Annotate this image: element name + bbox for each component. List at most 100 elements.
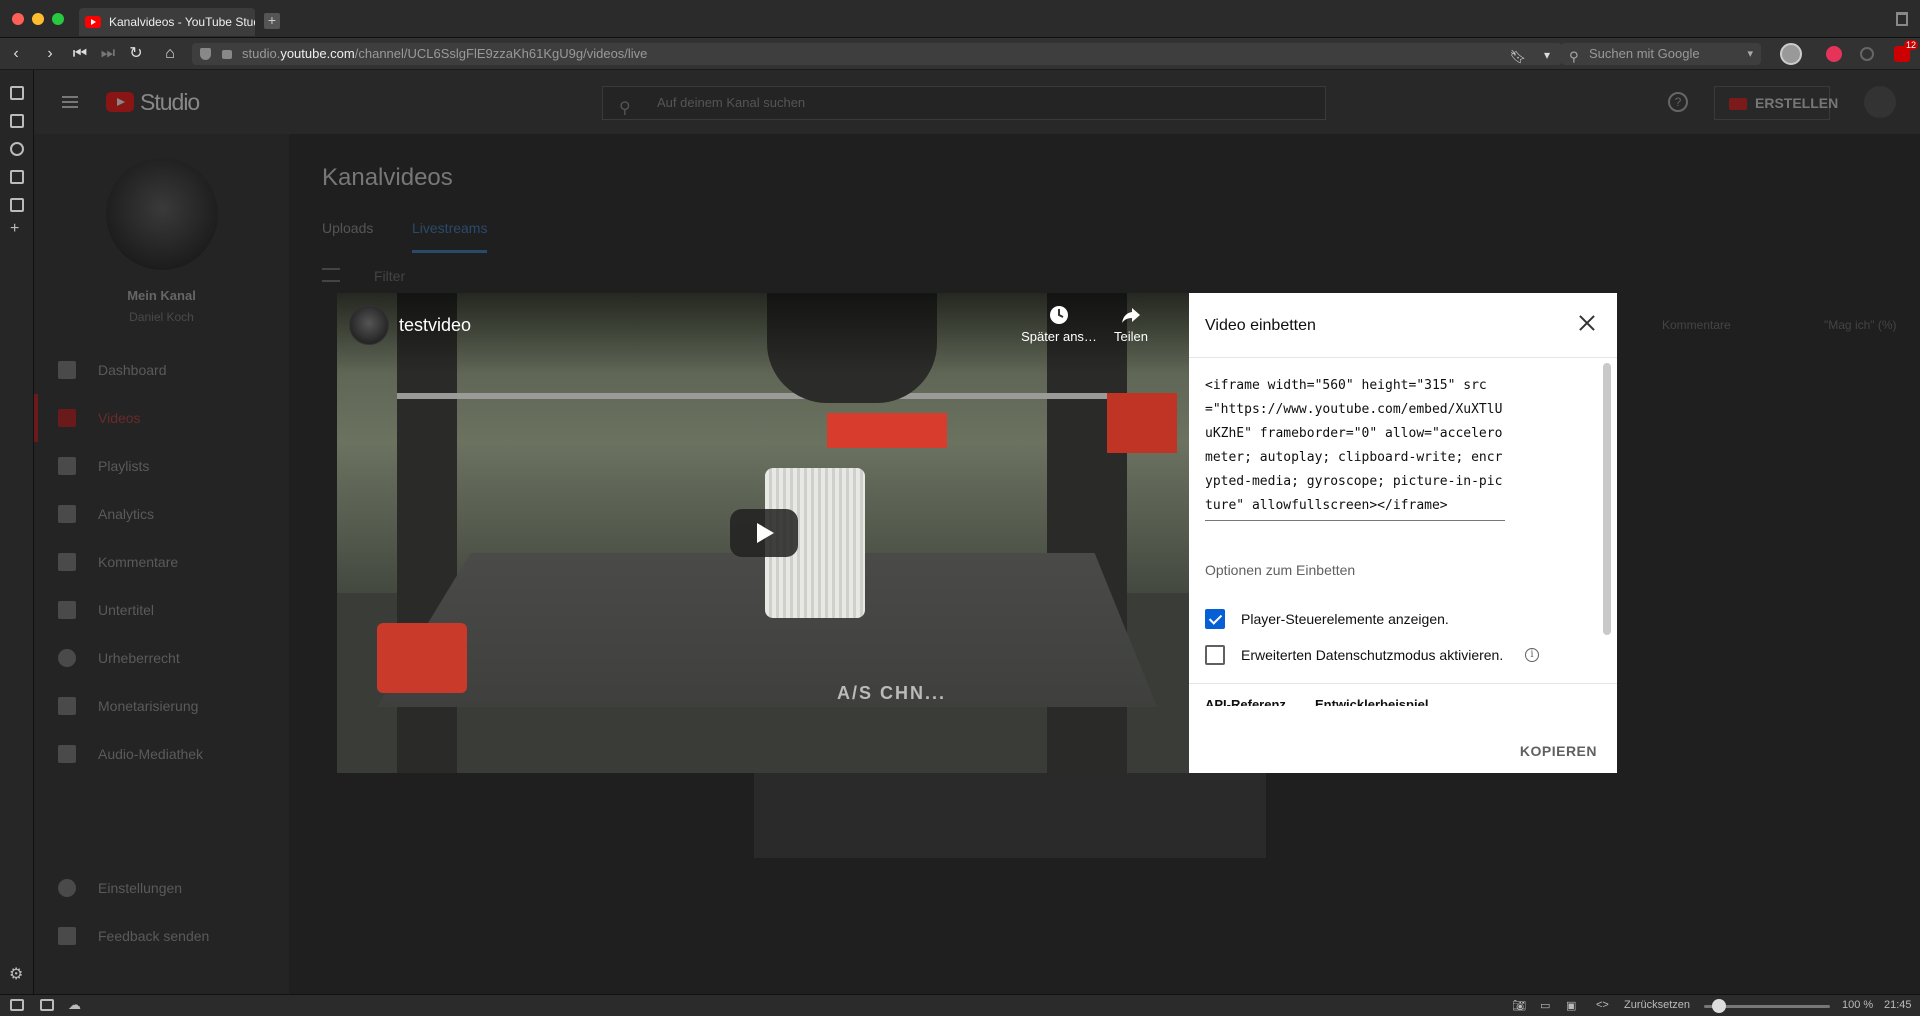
add-panel-icon[interactable]: + xyxy=(10,220,19,238)
youtube-logo[interactable] xyxy=(106,92,134,112)
browser-tab[interactable]: Kanalvideos - YouTube Studio xyxy=(79,8,255,36)
history-panel-icon[interactable] xyxy=(10,142,24,156)
create-button[interactable]: ERSTELLEN xyxy=(1714,86,1838,120)
developer-example-link[interactable]: Entwicklerbeispiel xyxy=(1315,697,1428,706)
account-avatar[interactable] xyxy=(1864,86,1896,118)
search-engine-field[interactable]: ⚲ Suchen mit Google ▾ xyxy=(1561,43,1761,65)
forward-icon[interactable]: › xyxy=(40,44,60,64)
tab-uploads[interactable]: Uploads xyxy=(322,220,373,236)
sidebar-item-monetization[interactable]: Monetarisierung xyxy=(34,682,289,730)
studio-logo-text: Studio xyxy=(140,89,200,115)
shield-icon[interactable] xyxy=(200,48,211,60)
home-icon[interactable]: ⌂ xyxy=(160,44,180,64)
extension-icon[interactable] xyxy=(1860,47,1874,61)
chevron-down-icon[interactable]: ▾ xyxy=(1544,44,1550,66)
sidebar-item-feedback[interactable]: Feedback senden xyxy=(34,912,289,960)
play-button[interactable] xyxy=(730,509,798,557)
info-icon[interactable]: i xyxy=(1525,648,1539,662)
window-minimize-button[interactable] xyxy=(32,13,44,25)
image-icon[interactable]: ▣ xyxy=(1566,999,1576,1012)
share-button[interactable]: Teilen xyxy=(1101,305,1161,344)
video-player[interactable]: A/S CHN... testvideo Später ans… Teilen xyxy=(337,293,1189,773)
window-panel-icon[interactable] xyxy=(10,198,24,212)
channel-search-input[interactable]: ⚲ Auf deinem Kanal suchen xyxy=(602,86,1326,120)
back-icon[interactable]: ‹ xyxy=(6,44,26,64)
video-frame-detail xyxy=(1107,393,1177,453)
player-controls-checkbox[interactable] xyxy=(1205,609,1225,629)
browser-tab-bar: Kanalvideos - YouTube Studio + xyxy=(0,0,1920,38)
sidebar-item-dashboard[interactable]: Dashboard xyxy=(34,346,289,394)
notes-panel-icon[interactable] xyxy=(10,170,24,184)
page-title: Kanalvideos xyxy=(322,164,453,191)
rewind-icon[interactable]: ⏮ xyxy=(70,44,90,64)
menu-icon[interactable] xyxy=(62,96,78,108)
embed-code-textarea[interactable]: <iframe width="560" height="315" src="ht… xyxy=(1205,374,1505,521)
audio-library-icon xyxy=(58,745,76,763)
code-icon[interactable]: <> xyxy=(1596,999,1609,1011)
sidebar-item-label: Playlists xyxy=(98,458,150,474)
video-title[interactable]: testvideo xyxy=(399,315,471,336)
profile-icon[interactable] xyxy=(1780,43,1802,65)
privacy-mode-checkbox[interactable] xyxy=(1205,645,1225,665)
filter-input[interactable]: Filter xyxy=(374,268,405,284)
address-bar[interactable]: studio.youtube.com/channel/UCL6SslgFlE9z… xyxy=(192,43,1562,65)
scrollbar[interactable] xyxy=(1603,363,1611,635)
panel-toggle-icon[interactable] xyxy=(10,999,24,1011)
comments-icon xyxy=(58,553,76,571)
option-player-controls[interactable]: Player-Steuerelemente anzeigen. xyxy=(1205,609,1605,633)
youtube-favicon-icon xyxy=(85,16,101,28)
watch-later-label: Später ans… xyxy=(1021,329,1097,344)
lock-icon[interactable] xyxy=(222,50,232,59)
player-controls-label[interactable]: Player-Steuerelemente anzeigen. xyxy=(1241,609,1449,629)
zoom-slider-handle[interactable] xyxy=(1712,999,1727,1013)
sidebar-item-settings[interactable]: Einstellungen xyxy=(34,864,289,912)
sidebar-item-audio-library[interactable]: Audio-Mediathek xyxy=(34,730,289,778)
column-header-comments[interactable]: Kommentare xyxy=(1662,318,1731,332)
bookmark-icon[interactable]: 🔖︎ xyxy=(1509,46,1526,68)
sidebar-item-playlists[interactable]: Playlists xyxy=(34,442,289,490)
filter-icon[interactable] xyxy=(322,268,340,282)
url-prefix: studio. xyxy=(242,46,281,61)
share-icon xyxy=(1122,308,1140,323)
sidebar-item-label: Dashboard xyxy=(98,362,167,378)
window-close-button[interactable] xyxy=(12,13,24,25)
close-icon[interactable] xyxy=(1575,311,1599,335)
embed-options-scroll[interactable]: <iframe width="560" height="315" src="ht… xyxy=(1189,358,1617,706)
settings-gear-icon[interactable]: ⚙ xyxy=(9,964,23,984)
tab-livestreams[interactable]: Livestreams xyxy=(412,220,488,253)
cloud-icon[interactable]: ☁ xyxy=(68,997,81,1013)
privacy-mode-label[interactable]: Erweiterten Datenschutzmodus aktivieren. xyxy=(1241,645,1503,665)
sidebar-item-label: Untertitel xyxy=(98,602,155,618)
window-icon[interactable]: ▭ xyxy=(1540,999,1550,1012)
new-tab-button[interactable]: + xyxy=(264,13,280,29)
channel-avatar[interactable] xyxy=(106,158,218,270)
downloads-panel-icon[interactable] xyxy=(10,114,24,128)
tab-title: Kanalvideos - YouTube Studio xyxy=(109,15,255,29)
reset-zoom-button[interactable]: Zurücksetzen xyxy=(1624,999,1690,1011)
chevron-down-icon[interactable]: ▾ xyxy=(1747,43,1753,65)
sidebar-item-analytics[interactable]: Analytics xyxy=(34,490,289,538)
sidebar-item-videos[interactable]: Videos xyxy=(34,394,289,442)
help-icon[interactable]: ? xyxy=(1668,92,1688,112)
sidebar-item-label: Einstellungen xyxy=(98,880,183,896)
video-frame-detail xyxy=(377,623,467,693)
window-zoom-button[interactable] xyxy=(52,13,64,25)
watch-later-button[interactable]: Später ans… xyxy=(1019,305,1099,344)
analytics-icon xyxy=(58,505,76,523)
api-reference-link[interactable]: API-Referenz xyxy=(1205,697,1286,706)
sidebar-item-copyright[interactable]: Urheberrecht xyxy=(34,634,289,682)
copy-button[interactable]: KOPIEREN xyxy=(1520,743,1597,759)
trash-icon[interactable] xyxy=(1896,12,1908,26)
fast-forward-icon[interactable]: ⏭ xyxy=(98,44,118,64)
extension-icon[interactable] xyxy=(1826,46,1842,62)
camera-icon[interactable]: 📷︎ xyxy=(1512,999,1526,1012)
search-icon: ⚲ xyxy=(619,100,631,117)
tiling-icon[interactable] xyxy=(40,999,54,1011)
sidebar-item-subtitles[interactable]: Untertitel xyxy=(34,586,289,634)
reload-icon[interactable]: ↻ xyxy=(126,44,146,64)
bookmarks-panel-icon[interactable] xyxy=(10,86,24,100)
option-privacy-mode[interactable]: Erweiterten Datenschutzmodus aktivieren.… xyxy=(1205,645,1605,669)
column-header-likes[interactable]: "Mag ich" (%) xyxy=(1824,318,1897,332)
sidebar-item-comments[interactable]: Kommentare xyxy=(34,538,289,586)
video-channel-avatar[interactable] xyxy=(349,305,389,345)
